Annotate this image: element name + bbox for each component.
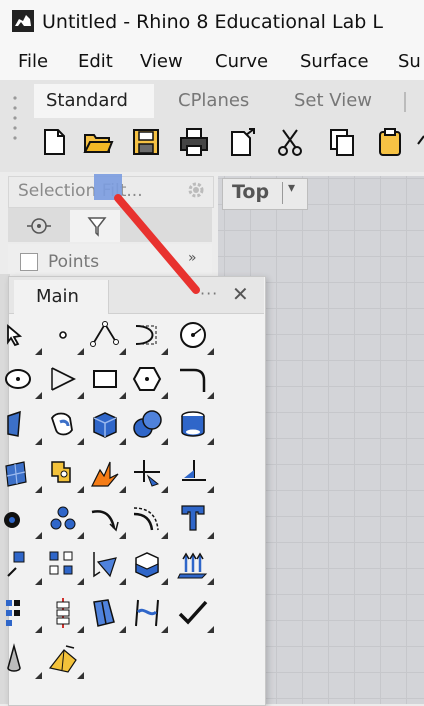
menu-solid[interactable]: Su xyxy=(398,51,421,72)
boolean-union-icon[interactable] xyxy=(130,408,168,445)
gear-icon[interactable] xyxy=(186,180,206,200)
rectangle-icon[interactable] xyxy=(88,362,126,399)
toolbar-more-icon[interactable] xyxy=(416,126,424,158)
trim-icon[interactable] xyxy=(130,456,168,493)
points-label: Points xyxy=(48,252,100,272)
explode-icon[interactable] xyxy=(88,456,126,493)
block-icon[interactable] xyxy=(130,548,168,585)
group-objects-icon[interactable] xyxy=(4,502,42,539)
viewport-menu-caret-icon[interactable]: ▾ xyxy=(288,180,295,196)
layer-stack-icon[interactable] xyxy=(46,596,84,633)
copy-icon[interactable] xyxy=(326,126,358,158)
patch-surface-icon[interactable] xyxy=(88,596,126,633)
tab-standard[interactable]: Standard xyxy=(46,90,128,111)
render-light-icon[interactable] xyxy=(46,642,84,679)
extrude-curve-icon[interactable] xyxy=(46,408,84,445)
fillet-curves-icon[interactable] xyxy=(176,362,214,399)
print-icon[interactable] xyxy=(178,126,210,158)
tab-cplanes[interactable]: CPlanes xyxy=(178,90,249,111)
viewport-label: Top xyxy=(232,181,270,203)
surface-from-edges-icon[interactable] xyxy=(4,408,42,445)
panel-options-icon[interactable]: ··· xyxy=(200,284,218,303)
open-folder-icon[interactable] xyxy=(82,126,114,158)
close-icon[interactable]: ✕ xyxy=(232,282,249,306)
polygon-icon[interactable] xyxy=(130,362,168,399)
check-mark-icon[interactable] xyxy=(176,596,214,633)
menu-bar: File Edit View Curve Surface Su xyxy=(0,42,424,80)
blend-surface-icon[interactable] xyxy=(130,596,168,633)
multiple-objects-icon[interactable] xyxy=(46,502,84,539)
offset-dashed-icon[interactable] xyxy=(130,502,168,539)
mesh-icon[interactable] xyxy=(4,456,42,493)
circle-icon[interactable] xyxy=(176,318,214,355)
array-icon[interactable] xyxy=(46,548,84,585)
cut-icon[interactable] xyxy=(274,126,306,158)
polyline-icon[interactable] xyxy=(88,318,126,355)
menu-file[interactable]: File xyxy=(18,51,48,72)
cylinder-icon[interactable] xyxy=(176,408,214,445)
tab-divider xyxy=(404,92,406,112)
text-object-icon[interactable] xyxy=(176,502,214,539)
offset-curve-icon[interactable] xyxy=(88,502,126,539)
select-arrow-icon[interactable] xyxy=(4,318,42,355)
menu-edit[interactable]: Edit xyxy=(78,51,113,72)
menu-surface[interactable]: Surface xyxy=(300,51,369,72)
window-title: Untitled - Rhino 8 Educational Lab L xyxy=(42,11,383,33)
expand-chevron-icon[interactable]: » xyxy=(188,250,197,266)
rhino-logo-icon xyxy=(12,10,34,32)
subd-puzzle-icon[interactable] xyxy=(46,456,84,493)
points-checkbox[interactable] xyxy=(20,253,38,271)
main-panel-title: Main xyxy=(36,286,79,307)
toolbar-grip[interactable] xyxy=(12,88,18,158)
osnap-target-icon[interactable] xyxy=(24,214,54,238)
sweep-icon[interactable] xyxy=(88,548,126,585)
grid-layout-icon[interactable] xyxy=(4,596,42,633)
filter-row-points xyxy=(8,244,212,274)
selection-filter-label: Selection Filt... xyxy=(18,181,143,201)
filter-funnel-icon[interactable] xyxy=(86,214,108,238)
viewport-tab-divider xyxy=(282,182,283,204)
split-icon[interactable] xyxy=(176,456,214,493)
cone-icon[interactable] xyxy=(4,642,42,679)
arc-icon[interactable] xyxy=(46,362,84,399)
extrude-surface-icon[interactable] xyxy=(176,548,214,585)
box-icon[interactable] xyxy=(88,408,126,445)
menu-curve[interactable]: Curve xyxy=(215,51,268,72)
move-icon[interactable] xyxy=(4,548,42,585)
menu-view[interactable]: View xyxy=(140,51,183,72)
new-file-icon[interactable] xyxy=(38,126,70,158)
import-icon[interactable] xyxy=(226,126,258,158)
point-icon[interactable] xyxy=(46,318,84,355)
tab-set-view[interactable]: Set View xyxy=(294,90,372,111)
save-icon[interactable] xyxy=(130,126,162,158)
drag-handle-marker[interactable] xyxy=(94,174,122,200)
ellipse-icon[interactable] xyxy=(4,362,42,399)
curve-control-points-icon[interactable] xyxy=(130,318,168,355)
paste-icon[interactable] xyxy=(374,126,406,158)
